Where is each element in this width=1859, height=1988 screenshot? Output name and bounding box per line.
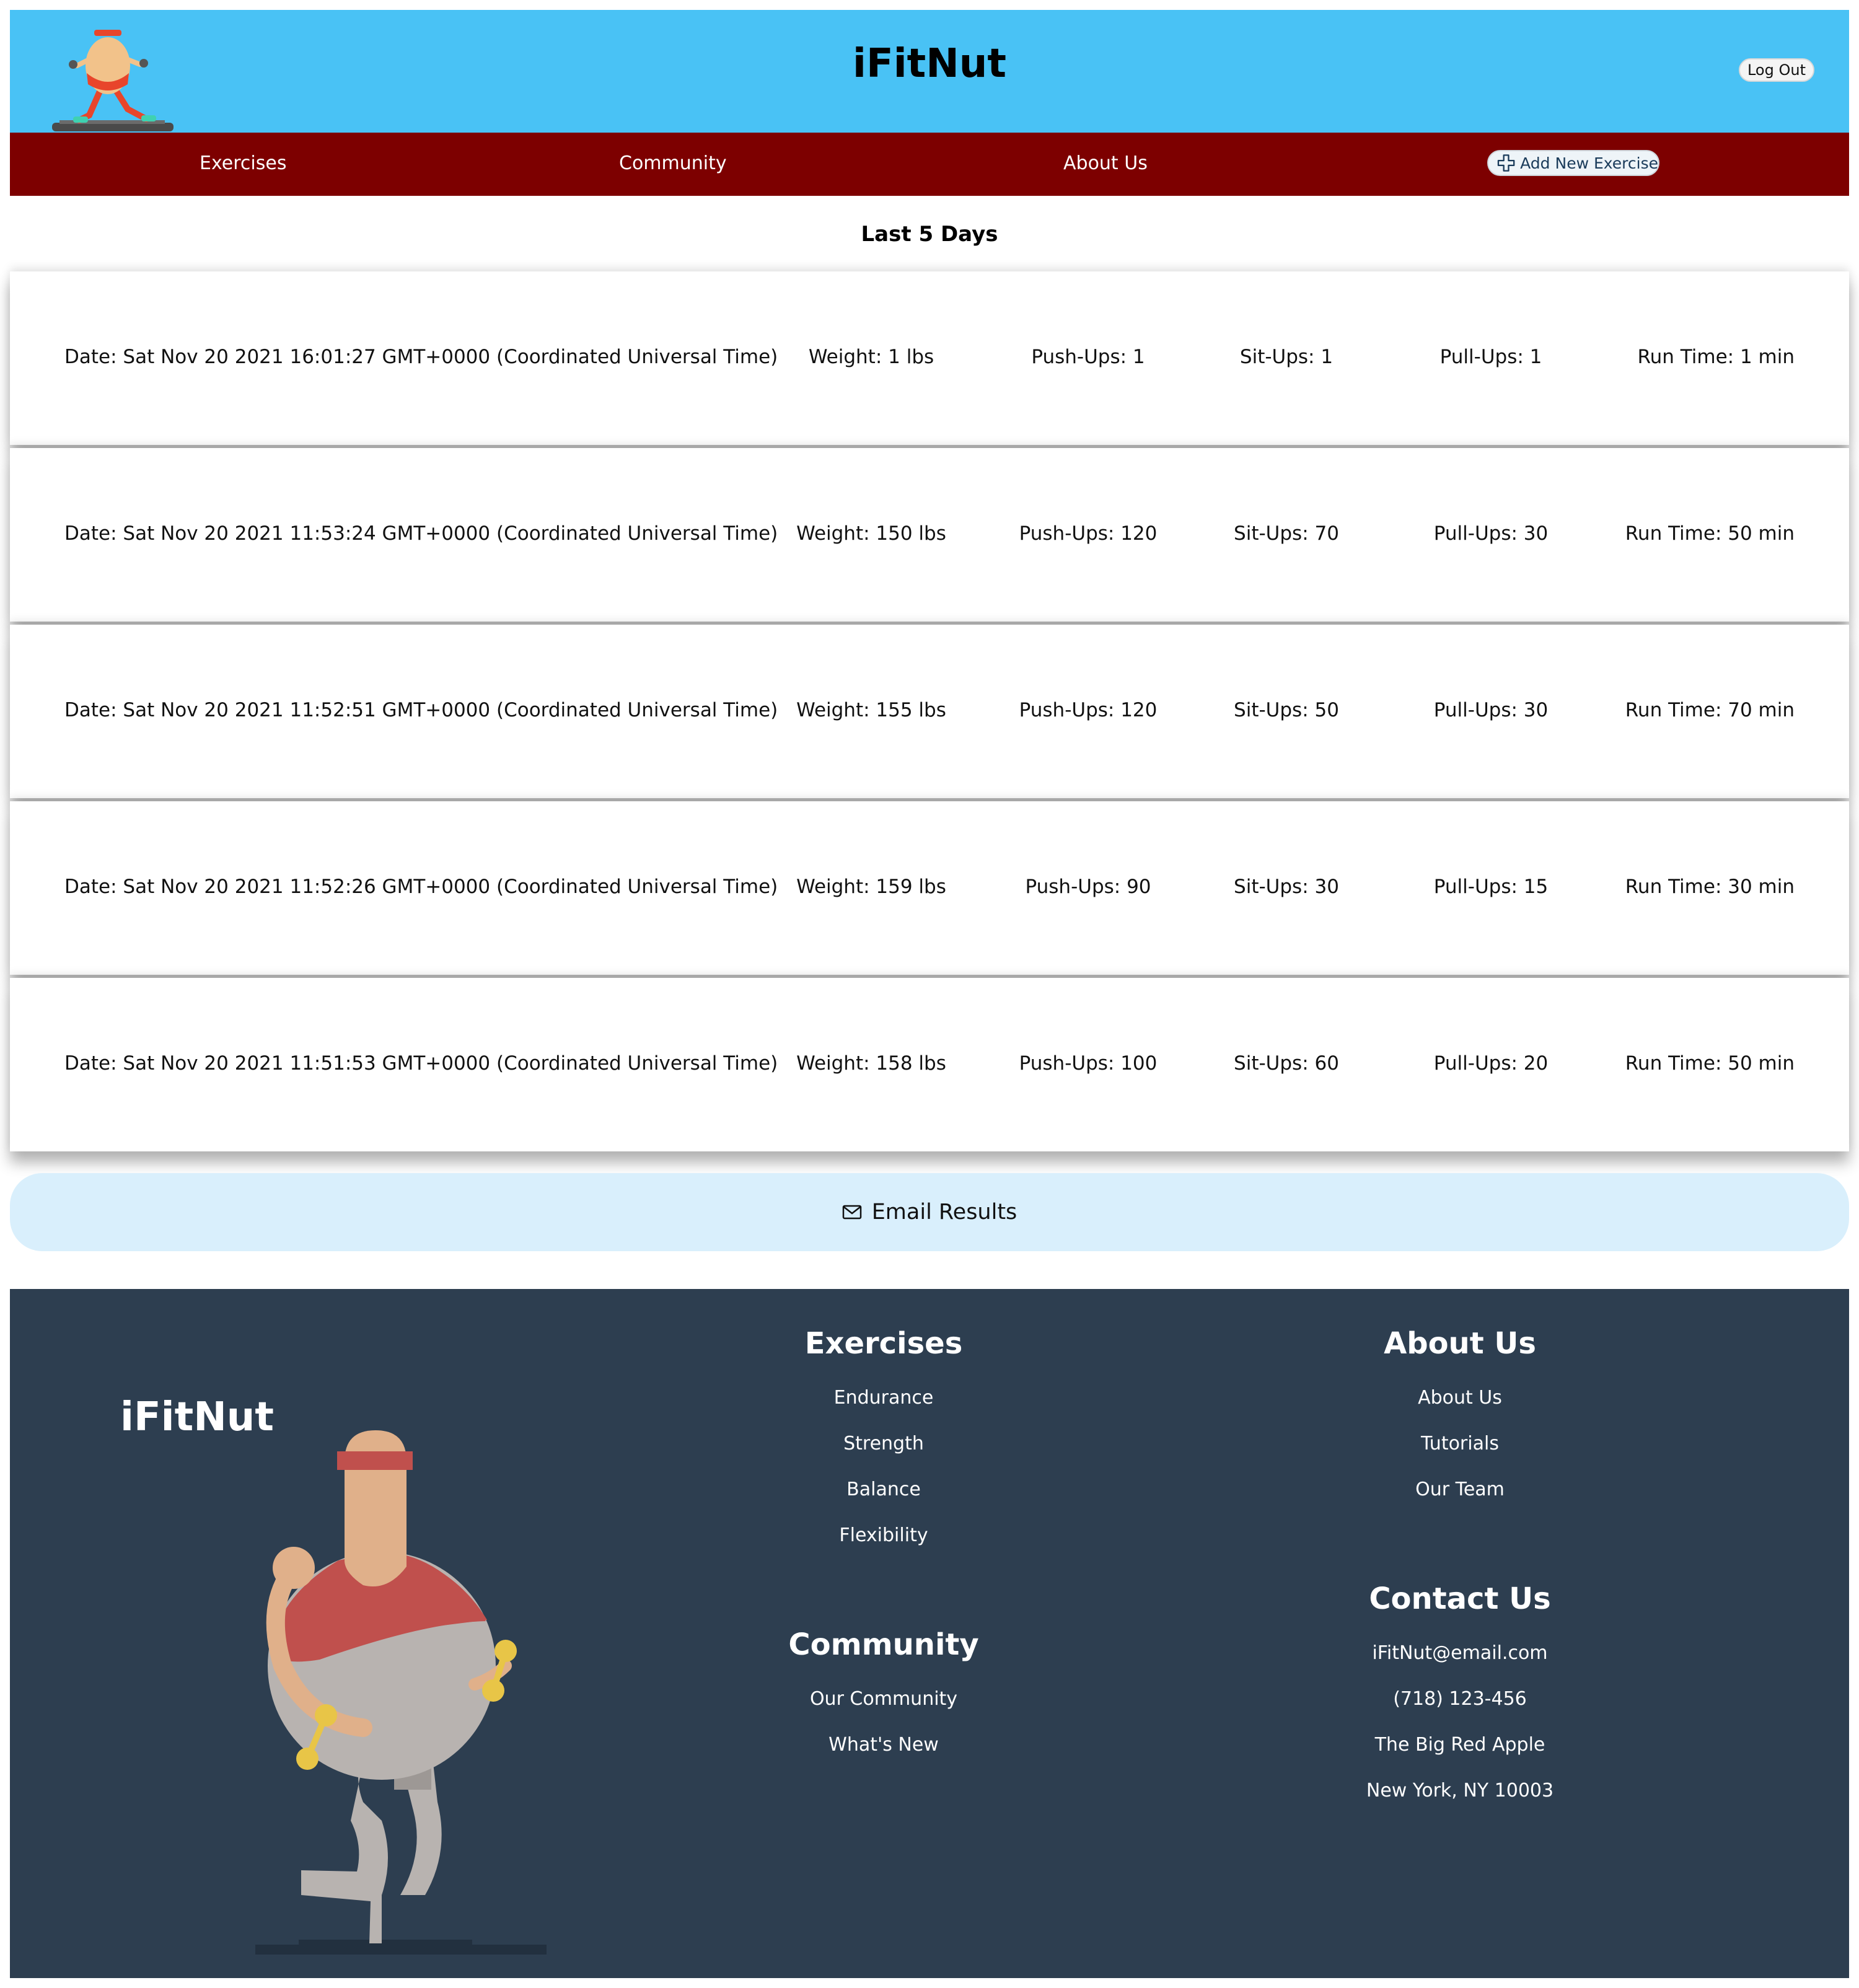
add-new-exercise-button[interactable]: Add New Exercise	[1487, 150, 1659, 176]
entry-date: Date: Sat Nov 20 2021 16:01:27 GMT+0000 …	[64, 346, 778, 368]
footer-contact-phone: (718) 123-456	[1393, 1688, 1527, 1710]
entry-pushups: Push-Ups: 120	[1019, 699, 1158, 721]
entry-date: Date: Sat Nov 20 2021 11:51:53 GMT+0000 …	[64, 1052, 778, 1075]
entry-pushups: Push-Ups: 100	[1019, 1052, 1158, 1075]
entry-runtime: Run Time: 1 min	[1637, 346, 1795, 368]
entry-situps: Sit-Ups: 70	[1234, 522, 1339, 545]
footer-link-our-community[interactable]: Our Community	[735, 1688, 1032, 1710]
footer-contact-heading: Contact Us	[1369, 1581, 1551, 1616]
footer-link-whats-new[interactable]: What's New	[735, 1734, 1032, 1756]
email-results-button[interactable]: Email Results	[10, 1173, 1849, 1251]
navbar: Exercises Community About Us Add New Exe…	[10, 133, 1849, 196]
footer-contact-column: Contact Us iFitNut@email.com (718) 123-4…	[1311, 1581, 1609, 1842]
footer-exercises-column: Exercises Endurance Strength Balance Fle…	[735, 1326, 1032, 1586]
entry-weight: Weight: 159 lbs	[796, 876, 946, 898]
exercise-entry-card: Date: Sat Nov 20 2021 11:53:24 GMT+0000 …	[10, 448, 1849, 622]
entry-situps: Sit-Ups: 30	[1234, 876, 1339, 898]
entry-date: Date: Sat Nov 20 2021 11:53:24 GMT+0000 …	[64, 522, 778, 545]
logout-button[interactable]: Log Out	[1739, 58, 1814, 82]
entry-pushups: Push-Ups: 120	[1019, 522, 1158, 545]
exercise-entry-card: Date: Sat Nov 20 2021 11:52:26 GMT+0000 …	[10, 801, 1849, 975]
footer-link-tutorials[interactable]: Tutorials	[1311, 1433, 1609, 1454]
entry-pullups: Pull-Ups: 20	[1433, 1052, 1549, 1075]
plus-icon	[1497, 154, 1515, 172]
mascot-illustration-icon	[255, 1430, 547, 1955]
section-title: Last 5 Days	[861, 222, 998, 247]
entry-situps: Sit-Ups: 1	[1239, 346, 1334, 368]
entry-weight: Weight: 158 lbs	[796, 1052, 946, 1075]
entry-pullups: Pull-Ups: 30	[1433, 699, 1549, 721]
entry-weight: Weight: 155 lbs	[796, 699, 946, 721]
entry-runtime: Run Time: 50 min	[1625, 522, 1795, 545]
footer-about-heading: About Us	[1384, 1326, 1536, 1361]
app-title: iFitNut	[853, 41, 1006, 87]
email-results-label: Email Results	[871, 1200, 1017, 1225]
entry-weight: Weight: 150 lbs	[796, 522, 946, 545]
footer-link-about-us[interactable]: About Us	[1311, 1387, 1609, 1409]
entry-date: Date: Sat Nov 20 2021 11:52:51 GMT+0000 …	[64, 699, 778, 721]
nav-exercises[interactable]: Exercises	[200, 152, 286, 174]
entry-pushups: Push-Ups: 1	[1031, 346, 1145, 368]
page: iFitNut Log Out Exercises Community Abou…	[10, 10, 1849, 1978]
footer-link-flexibility[interactable]: Flexibility	[735, 1524, 1032, 1546]
entry-pullups: Pull-Ups: 30	[1433, 522, 1549, 545]
entry-date: Date: Sat Nov 20 2021 11:52:26 GMT+0000 …	[64, 876, 778, 898]
envelope-icon	[842, 1205, 861, 1220]
footer-community-column: Community Our Community What's New	[735, 1627, 1032, 1756]
entry-pullups: Pull-Ups: 1	[1439, 346, 1542, 368]
header: iFitNut Log Out	[10, 10, 1849, 133]
footer-link-strength[interactable]: Strength	[735, 1433, 1032, 1454]
footer-contact-address-line1: The Big Red Apple	[1374, 1734, 1545, 1756]
nav-about-us[interactable]: About Us	[1063, 152, 1148, 174]
footer-community-heading: Community	[788, 1627, 979, 1662]
entry-pullups: Pull-Ups: 15	[1433, 876, 1549, 898]
nav-community[interactable]: Community	[619, 152, 727, 174]
exercise-entry-card: Date: Sat Nov 20 2021 16:01:27 GMT+0000 …	[10, 271, 1849, 445]
footer-exercises-heading: Exercises	[804, 1326, 963, 1361]
entry-pushups: Push-Ups: 90	[1025, 876, 1151, 898]
entry-situps: Sit-Ups: 60	[1234, 1052, 1339, 1075]
footer-about-column: About Us About Us Tutorials Our Team	[1311, 1326, 1609, 1524]
entry-runtime: Run Time: 30 min	[1625, 876, 1795, 898]
entry-runtime: Run Time: 50 min	[1625, 1052, 1795, 1075]
footer: iFitNut Exercises Endurance Strength Bal…	[10, 1289, 1849, 1978]
footer-link-our-team[interactable]: Our Team	[1311, 1479, 1609, 1500]
exercise-entry-card: Date: Sat Nov 20 2021 11:51:53 GMT+0000 …	[10, 978, 1849, 1151]
entry-runtime: Run Time: 70 min	[1625, 699, 1795, 721]
footer-contact-email[interactable]: iFitNut@email.com	[1311, 1642, 1609, 1664]
entry-situps: Sit-Ups: 50	[1234, 699, 1339, 721]
entry-weight: Weight: 1 lbs	[808, 346, 934, 368]
footer-link-endurance[interactable]: Endurance	[735, 1387, 1032, 1409]
add-new-exercise-label: Add New Exercise	[1520, 154, 1658, 172]
footer-link-balance[interactable]: Balance	[735, 1479, 1032, 1500]
footer-contact-address-line2: New York, NY 10003	[1366, 1780, 1554, 1801]
exercise-entry-card: Date: Sat Nov 20 2021 11:52:51 GMT+0000 …	[10, 625, 1849, 798]
